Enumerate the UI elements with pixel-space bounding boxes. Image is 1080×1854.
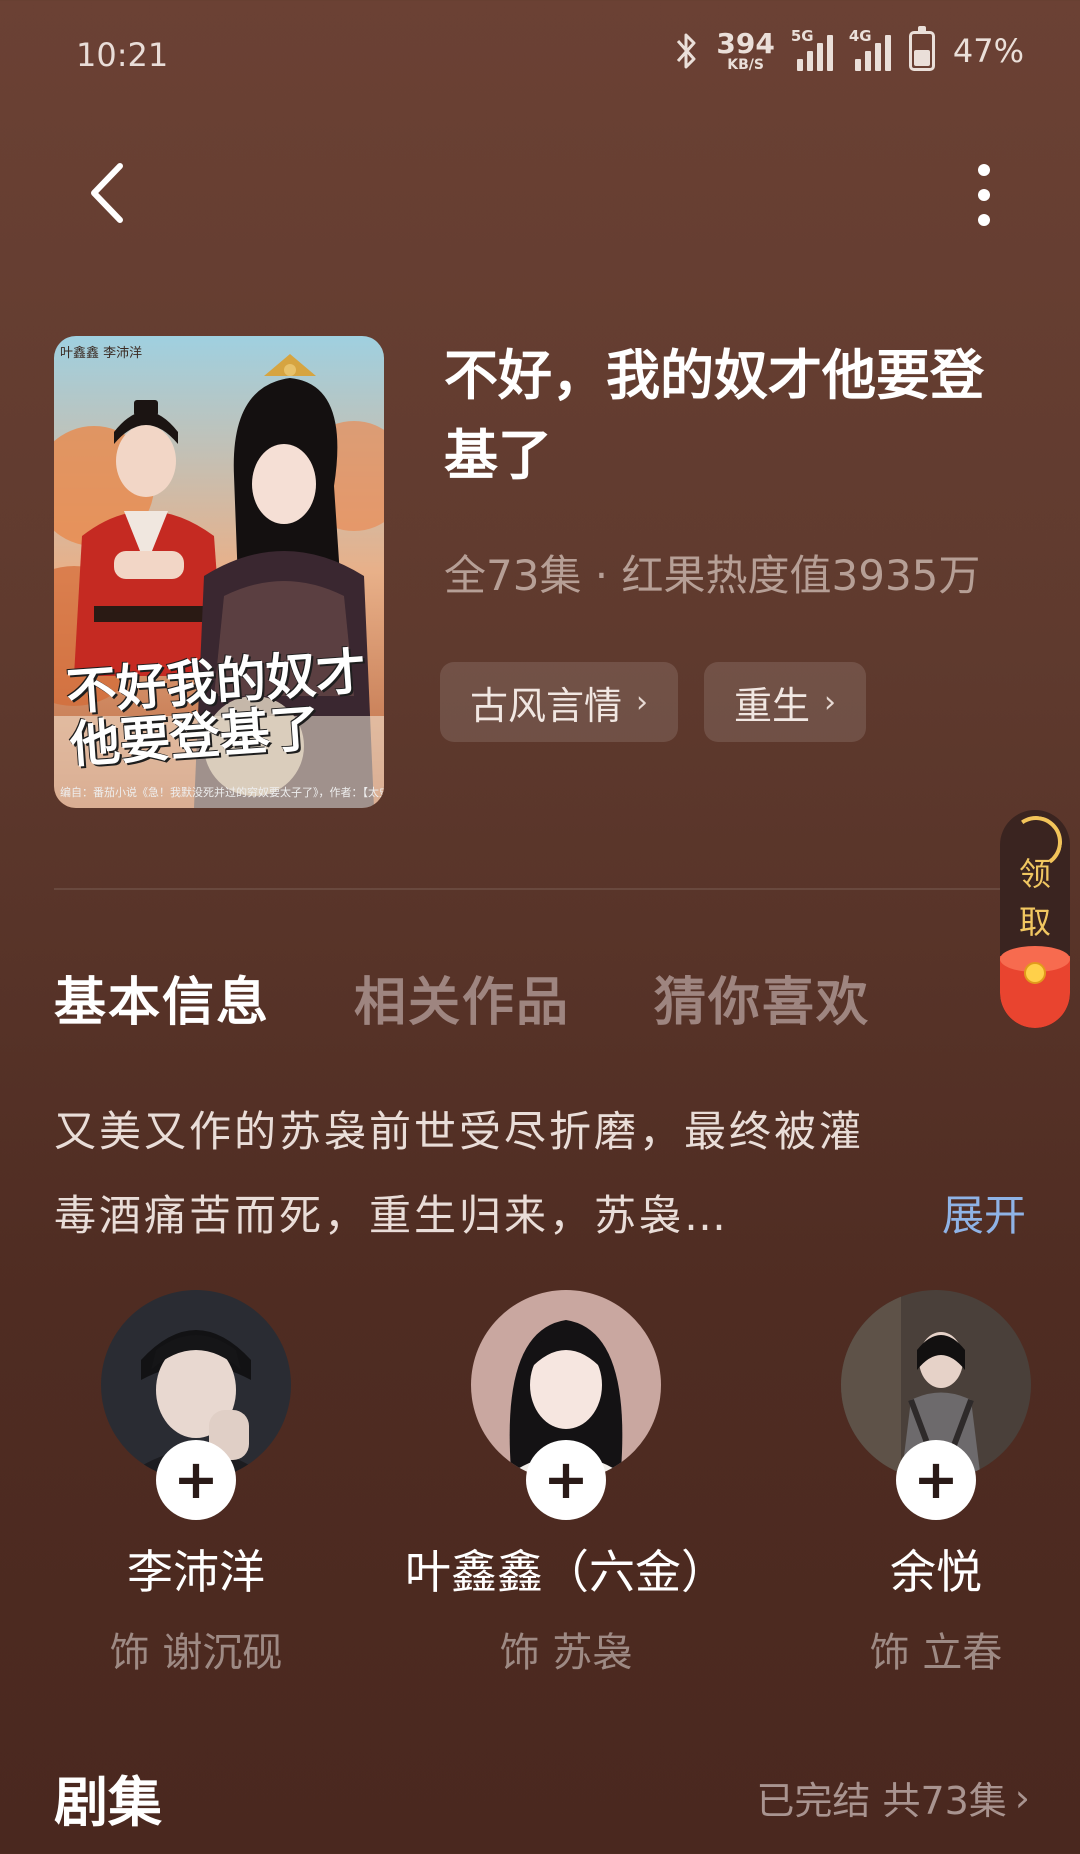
cast-item[interactable]: + 李沛洋 饰 谢沉砚 <box>6 1290 386 1678</box>
plus-icon: + <box>173 1448 219 1511</box>
red-envelope-icon <box>1000 946 1070 1028</box>
signal-4g-label: 4G <box>848 27 872 45</box>
drama-title: 不好，我的奴才他要登基了 <box>444 344 984 487</box>
tab-related-works[interactable]: 相关作品 <box>354 960 570 1035</box>
section-divider <box>54 888 1026 890</box>
more-options-icon[interactable] <box>972 160 996 230</box>
expand-link[interactable]: 展开 <box>942 1174 1026 1258</box>
poster-credit-bottom: 编自：番茄小说《急！我默没死并过的穷奴要太子了》，作者：【太史 <box>60 786 384 799</box>
chevron-right-icon: › <box>824 684 837 720</box>
chevron-right-icon: › <box>636 684 649 720</box>
tag-rebirth[interactable]: 重生 › <box>704 662 867 742</box>
status-time: 10:21 <box>76 36 169 74</box>
tag-label: 重生 <box>734 683 811 728</box>
synopsis: 又美又作的苏袅前世受尽折磨，最终被灌 毒酒痛苦而死，重生归来，苏袅… <box>54 1090 1034 1258</box>
episodes-section-title: 剧集 <box>54 1771 162 1834</box>
battery-percent: 47% <box>952 32 1024 70</box>
synopsis-line: 毒酒痛苦而死，重生归来，苏袅… <box>54 1191 730 1240</box>
poster-credit-top: 叶鑫鑫 李沛洋 <box>60 346 143 361</box>
synopsis-line: 又美又作的苏袅前世受尽折磨，最终被灌 <box>54 1107 865 1156</box>
cast-item[interactable]: + 叶鑫鑫（六金） 饰 苏袅 <box>376 1290 756 1678</box>
tab-recommendations[interactable]: 猜你喜欢 <box>654 960 870 1035</box>
back-arrow-icon[interactable] <box>80 158 140 228</box>
cast-role: 饰 谢沉砚 <box>109 1630 283 1676</box>
follow-button[interactable]: + <box>526 1440 606 1520</box>
claim-reward-label: 领 取 <box>1018 855 1051 941</box>
tag-label: 古风言情 <box>470 683 623 728</box>
cast-name: 李沛洋 <box>127 1545 265 1599</box>
network-speed: 394 KB/S <box>716 27 775 73</box>
signal-5g-label: 5G <box>790 27 814 45</box>
cast-name: 叶鑫鑫（六金） <box>405 1545 727 1599</box>
status-icons: 394 KB/S 5G 4G 47% <box>674 26 1024 73</box>
follow-button[interactable]: + <box>156 1440 236 1520</box>
signal-4g-icon: 4G <box>849 27 891 71</box>
cast-name: 余悦 <box>890 1545 982 1599</box>
genre-tags: 古风言情 › 重生 › <box>440 662 867 742</box>
network-speed-unit: KB/S <box>727 57 764 73</box>
battery-icon <box>908 26 935 71</box>
poster-title-art: 不好我的奴才他要登基了 <box>64 641 368 774</box>
episodes-status-link[interactable]: 已完结 共73集 › <box>756 1770 1030 1825</box>
drama-poster[interactable]: 叶鑫鑫 李沛洋 不好我的奴才他要登基了 编自：番茄小说《急！我默没死并过的穷奴要… <box>54 336 384 808</box>
episodes-status-label: 已完结 共73集 <box>756 1779 1007 1823</box>
tag-ancient-romance[interactable]: 古风言情 › <box>440 662 679 742</box>
chevron-right-icon: › <box>1014 1775 1030 1820</box>
signal-5g-icon: 5G <box>791 27 833 71</box>
network-speed-value: 394 <box>716 27 775 60</box>
cast-role: 饰 立春 <box>869 1630 1003 1676</box>
follow-button[interactable]: + <box>896 1440 976 1520</box>
cast-item[interactable]: + 余悦 饰 立春 <box>746 1290 1080 1678</box>
cast-role: 饰 苏袅 <box>499 1630 633 1676</box>
cast-list: + 李沛洋 饰 谢沉砚 + 叶鑫鑫（六金） 饰 苏袅 + 余悦 饰 立春 <box>0 1290 1080 1676</box>
claim-reward-button[interactable]: 领 取 <box>1000 810 1070 1028</box>
battery-fill <box>913 50 930 66</box>
status-bar: 10:21 394 KB/S 5G 4G 47% <box>0 0 1080 110</box>
plus-icon: + <box>543 1448 589 1511</box>
plus-icon: + <box>913 1448 959 1511</box>
tab-basic-info[interactable]: 基本信息 <box>54 960 270 1035</box>
drama-meta: 全73集 · 红果热度值3935万 <box>444 551 981 600</box>
bluetooth-icon <box>677 33 696 69</box>
info-tabs: 基本信息 相关作品 猜你喜欢 <box>54 960 870 1035</box>
